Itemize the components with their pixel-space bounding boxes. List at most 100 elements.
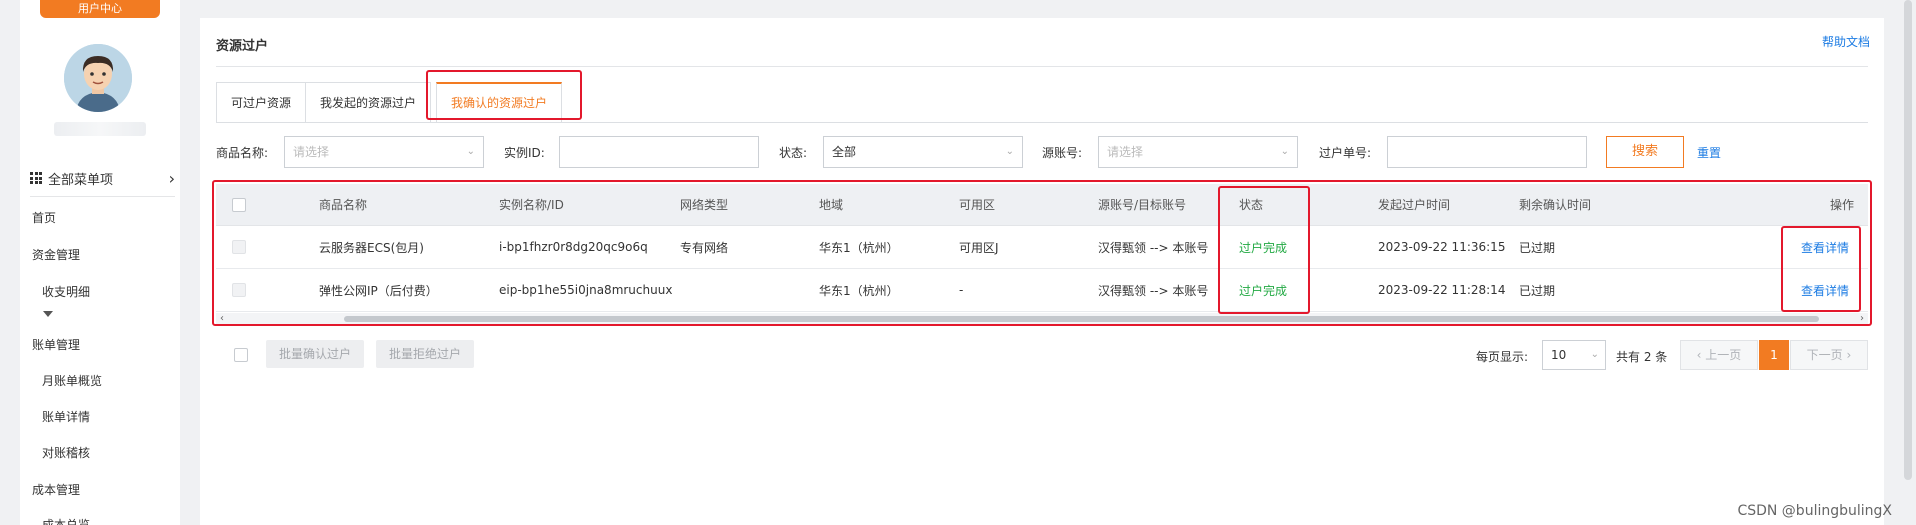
filter-bar: 商品名称: 请选择 ⌄ 实例ID: 状态: 全部 ⌄ 源账号: 请选择 ⌄ 过户… bbox=[216, 136, 1876, 168]
chevron-down-icon: ⌄ bbox=[1005, 146, 1014, 157]
cell-status: 过户完成 bbox=[1239, 240, 1288, 255]
tab-bar: 可过户资源 我发起的资源过户 我确认的资源过户 bbox=[216, 82, 563, 122]
col-zone: 可用区 bbox=[959, 198, 996, 212]
footer-select-all-checkbox[interactable] bbox=[234, 348, 248, 362]
tab-transferable-resources[interactable]: 可过户资源 bbox=[216, 82, 307, 122]
tab-confirmed-transfers[interactable]: 我确认的资源过户 bbox=[436, 82, 563, 122]
cell-region: 华东1（杭州） bbox=[819, 240, 899, 255]
scroll-thumb[interactable] bbox=[344, 316, 1819, 322]
view-details-link[interactable]: 查看详情 bbox=[1801, 226, 1849, 268]
row-checkbox[interactable] bbox=[232, 240, 246, 254]
cell-initiated-time: 2023-09-22 11:36:15 bbox=[1378, 240, 1506, 254]
chevron-right-icon: › bbox=[168, 168, 175, 188]
instance-id-label: 实例ID: bbox=[504, 146, 545, 160]
chevron-down-icon: ⌄ bbox=[1590, 349, 1599, 360]
help-doc-link[interactable]: 帮助文档 bbox=[1822, 33, 1870, 50]
user-center-badge[interactable]: 用户中心 bbox=[40, 0, 160, 18]
sidebar-item-funds[interactable]: 资金管理 bbox=[32, 246, 80, 263]
sidebar-item-bills[interactable]: 账单管理 bbox=[32, 336, 80, 353]
divider bbox=[216, 66, 1868, 67]
cell-initiated-time: 2023-09-22 11:28:14 bbox=[1378, 283, 1506, 297]
scroll-right-icon[interactable]: › bbox=[1860, 313, 1864, 325]
page-title: 资源过户 bbox=[216, 39, 269, 54]
per-page-select[interactable]: 10 ⌄ bbox=[1542, 340, 1606, 370]
username-blurred bbox=[54, 122, 146, 136]
row-select-cell bbox=[232, 226, 246, 268]
batch-confirm-button[interactable]: 批量确认过户 bbox=[266, 340, 364, 368]
cell-zone: - bbox=[959, 283, 964, 297]
product-select[interactable]: 请选择 ⌄ bbox=[284, 136, 484, 168]
order-number-input[interactable] bbox=[1387, 136, 1587, 168]
table-header: 商品名称 实例名称/ID 网络类型 地域 可用区 源账号/目标账号 状态 发起过… bbox=[216, 184, 1868, 226]
col-initiated-time: 发起过户时间 bbox=[1378, 198, 1451, 212]
caret-down-icon[interactable] bbox=[43, 311, 53, 317]
col-status: 状态 bbox=[1239, 198, 1264, 212]
prev-page-button[interactable]: ‹ 上一页 bbox=[1680, 340, 1758, 370]
col-product: 商品名称 bbox=[319, 198, 368, 212]
cell-product: 弹性公网IP（后付费） bbox=[319, 283, 438, 298]
table-row: 云服务器ECS(包月) i-bp1fhzr0r8dg20qc9o6q 专有网络 … bbox=[216, 226, 1868, 269]
sidebar-item-reconciliation[interactable]: 对账稽核 bbox=[42, 444, 90, 461]
chevron-down-icon: ⌄ bbox=[1280, 146, 1289, 157]
cell-network: 专有网络 bbox=[680, 240, 729, 255]
row-checkbox[interactable] bbox=[232, 283, 246, 297]
scroll-left-icon[interactable]: ‹ bbox=[220, 313, 224, 325]
col-region: 地域 bbox=[819, 198, 844, 212]
all-menu-button[interactable]: 全部菜单项 › bbox=[30, 165, 175, 191]
cell-accounts: 汉得甄领 --> 本账号 bbox=[1098, 240, 1209, 255]
tab-initiated-transfers[interactable]: 我发起的资源过户 bbox=[305, 82, 432, 122]
product-placeholder: 请选择 bbox=[293, 145, 330, 159]
cell-remaining-time: 已过期 bbox=[1519, 283, 1556, 298]
prev-label: 上一页 bbox=[1705, 348, 1742, 362]
page-scrollbar[interactable] bbox=[1904, 0, 1912, 480]
sidebar-item-cost-overview[interactable]: 成本总览 bbox=[42, 516, 90, 525]
cell-status: 过户完成 bbox=[1239, 283, 1288, 298]
instance-id-input[interactable] bbox=[559, 136, 759, 168]
chevron-right-icon: › bbox=[1842, 348, 1852, 362]
chevron-down-icon: ⌄ bbox=[466, 146, 475, 157]
cell-region: 华东1（杭州） bbox=[819, 283, 899, 298]
watermark: CSDN @bulingbulingX bbox=[1737, 503, 1892, 519]
cell-instance: eip-bp1he55i0jna8mruchuux bbox=[499, 283, 673, 297]
col-accounts: 源账号/目标账号 bbox=[1098, 198, 1187, 212]
cell-instance: i-bp1fhzr0r8dg20qc9o6q bbox=[499, 240, 648, 254]
status-label: 状态: bbox=[779, 146, 808, 160]
status-value: 全部 bbox=[832, 145, 857, 159]
col-instance: 实例名称/ID bbox=[499, 198, 564, 212]
select-all-cell bbox=[232, 184, 246, 225]
table-footer: 批量确认过户 批量拒绝过户 每页显示: 10 ⌄ 共有 2 条 ‹ 上一页 1 … bbox=[216, 340, 1876, 370]
divider bbox=[216, 122, 1868, 123]
per-page-label: 每页显示: bbox=[1476, 350, 1529, 364]
avatar[interactable] bbox=[64, 44, 132, 112]
transfer-table: 商品名称 实例名称/ID 网络类型 地域 可用区 源账号/目标账号 状态 发起过… bbox=[216, 184, 1868, 325]
col-actions: 操作 bbox=[1830, 198, 1855, 212]
cell-zone: 可用区J bbox=[959, 240, 999, 255]
sidebar-item-bill-details[interactable]: 账单详情 bbox=[42, 408, 90, 425]
col-network: 网络类型 bbox=[680, 198, 729, 212]
product-label: 商品名称: bbox=[216, 146, 269, 160]
all-menu-label: 全部菜单项 bbox=[48, 172, 114, 188]
sidebar-item-cost[interactable]: 成本管理 bbox=[32, 481, 80, 498]
select-all-checkbox[interactable] bbox=[232, 197, 246, 212]
view-details-link[interactable]: 查看详情 bbox=[1801, 269, 1849, 311]
sidebar-item-monthly-overview[interactable]: 月账单概览 bbox=[42, 372, 102, 389]
next-page-button[interactable]: 下一页 › bbox=[1790, 340, 1868, 370]
cell-product: 云服务器ECS(包月) bbox=[319, 240, 424, 255]
source-placeholder: 请选择 bbox=[1107, 145, 1144, 159]
page-1-button[interactable]: 1 bbox=[1759, 340, 1789, 370]
table-row: 弹性公网IP（后付费） eip-bp1he55i0jna8mruchuux 华东… bbox=[216, 269, 1868, 312]
batch-reject-button[interactable]: 批量拒绝过户 bbox=[376, 340, 474, 368]
reset-link[interactable]: 重置 bbox=[1697, 144, 1721, 161]
total-count: 共有 2 条 bbox=[1616, 350, 1668, 364]
horizontal-scrollbar[interactable]: ‹ › bbox=[216, 313, 1868, 325]
source-account-select[interactable]: 请选择 ⌄ bbox=[1098, 136, 1298, 168]
sidebar-item-income-expense[interactable]: 收支明细 bbox=[42, 283, 90, 300]
main-panel: 资源过户 帮助文档 可过户资源 我发起的资源过户 我确认的资源过户 商品名称: … bbox=[200, 18, 1884, 525]
next-label: 下一页 bbox=[1806, 348, 1843, 362]
search-button[interactable]: 搜索 bbox=[1606, 136, 1684, 168]
row-select-cell bbox=[232, 269, 246, 311]
status-select[interactable]: 全部 ⌄ bbox=[823, 136, 1023, 168]
source-account-label: 源账号: bbox=[1042, 146, 1083, 160]
sidebar-item-home[interactable]: 首页 bbox=[32, 209, 56, 226]
order-number-label: 过户单号: bbox=[1319, 146, 1372, 160]
